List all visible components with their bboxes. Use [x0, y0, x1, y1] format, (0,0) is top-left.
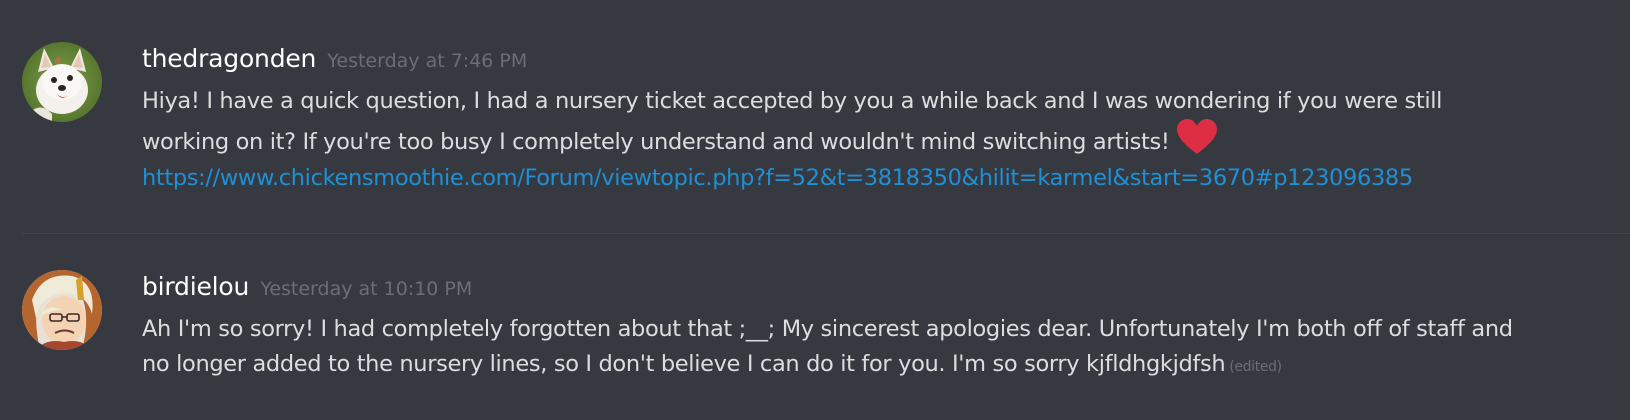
avatar[interactable] [22, 270, 102, 350]
message-item: birdielou Yesterday at 10:10 PM Ah I'm s… [0, 234, 1630, 420]
message-link[interactable]: https://www.chickensmoothie.com/Forum/vi… [142, 160, 1602, 196]
message-item: thedragonden Yesterday at 7:46 PM Hiya! … [0, 0, 1630, 232]
edited-label: (edited) [1229, 359, 1282, 375]
message-header: thedragonden Yesterday at 7:46 PM [142, 44, 527, 73]
username[interactable]: birdielou [142, 272, 249, 301]
message-text-line: Hiya! I have a quick question, I had a n… [142, 88, 1443, 114]
message-text-line: no longer added to the nursery lines, so… [142, 351, 1226, 377]
message-text-line: Ah I'm so sorry! I had completely forgot… [142, 316, 1513, 342]
message-content: Ah I'm so sorry! I had completely forgot… [142, 312, 1602, 385]
timestamp: Yesterday at 10:10 PM [260, 278, 473, 300]
heart-emoji-icon [1176, 119, 1217, 154]
character-avatar-icon [22, 270, 102, 350]
message-content: Hiya! I have a quick question, I had a n… [142, 83, 1602, 196]
username[interactable]: thedragonden [142, 44, 316, 73]
dog-avatar-icon [22, 42, 102, 122]
message-text-line: working on it? If you're too busy I comp… [142, 129, 1170, 155]
avatar[interactable] [22, 42, 102, 122]
chat-messages: thedragonden Yesterday at 7:46 PM Hiya! … [0, 0, 1630, 420]
message-header: birdielou Yesterday at 10:10 PM [142, 272, 472, 301]
message-text-line-wrap: no longer added to the nursery lines, so… [142, 347, 1602, 385]
message-text-line-wrap: working on it? If you're too busy I comp… [142, 119, 1602, 160]
timestamp: Yesterday at 7:46 PM [327, 50, 528, 72]
